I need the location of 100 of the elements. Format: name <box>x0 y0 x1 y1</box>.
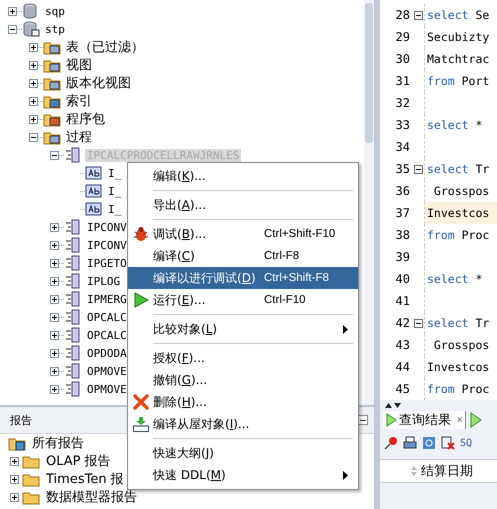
menu-item[interactable]: 编译以进行调试(D) Ctrl+Shift-F8 <box>128 267 358 289</box>
menu-item[interactable]: 授权(F)... <box>128 347 358 369</box>
tree-item[interactable]: OPMOVE <box>85 364 129 378</box>
tree-item[interactable]: IPCONV <box>85 220 129 234</box>
tree-item[interactable]: I_ <box>106 166 124 180</box>
line-number: 40 <box>394 272 411 286</box>
tree-item[interactable]: 数据模型器报告 <box>46 488 137 506</box>
tree-item[interactable]: stp <box>43 22 67 36</box>
split-arrows-icon[interactable] <box>384 402 404 409</box>
line-number: 45 <box>394 382 411 396</box>
line-number: 41 <box>394 294 411 308</box>
line-number: 42 <box>394 316 411 330</box>
menu-item[interactable]: 删除(H)... <box>128 391 358 413</box>
tree-item[interactable]: IPCONV <box>85 238 129 252</box>
expand-toggle-icon[interactable] <box>50 294 59 304</box>
menu-item[interactable]: 调试(B)... Ctrl+Shift-F10 <box>128 223 358 245</box>
expand-toggle-icon[interactable] <box>50 150 59 160</box>
code-line: Secubizty <box>426 29 490 46</box>
expand-toggle-icon[interactable] <box>50 348 59 358</box>
tree-item[interactable]: IPLOG <box>85 274 122 288</box>
line-number: 39 <box>394 250 411 264</box>
menu-item[interactable]: 运行(E)... Ctrl-F10 <box>128 289 358 311</box>
tree-item[interactable]: OPCALC <box>85 310 129 324</box>
expand-toggle-icon[interactable] <box>50 240 59 250</box>
sort-icon <box>410 465 418 477</box>
tree-item[interactable]: OLAP 报告 <box>46 452 111 470</box>
tree-item[interactable]: OPMOVE <box>85 382 129 396</box>
expand-toggle-icon[interactable] <box>50 312 59 322</box>
expand-toggle-icon[interactable] <box>50 384 59 394</box>
code-line: select * <box>426 117 484 134</box>
refresh-icon[interactable] <box>422 436 436 450</box>
code-line: from Port <box>426 73 490 90</box>
menu-item[interactable]: 比较对象(L) <box>128 318 358 340</box>
line-number: 31 <box>394 74 411 88</box>
menu-item[interactable]: 编译从屋对象(I)... <box>128 413 358 435</box>
code-line: select * <box>426 271 484 288</box>
line-number: 30 <box>394 52 411 66</box>
scrollbar[interactable] <box>364 0 374 405</box>
print-icon[interactable] <box>403 436 417 450</box>
expand-toggle-icon[interactable] <box>8 6 17 16</box>
tree-item[interactable]: TimesTen 报 <box>46 470 124 488</box>
tree-item[interactable]: 表（已过滤） <box>64 38 146 56</box>
clear-icon[interactable] <box>441 436 455 450</box>
tree-item[interactable]: 索引 <box>64 92 94 110</box>
code-line: select Se <box>426 7 490 24</box>
menu-item[interactable]: 编译(C) Ctrl-F8 <box>128 245 358 267</box>
tree-item[interactable]: I_ <box>106 184 124 198</box>
tree-item[interactable]: OPDODA <box>85 346 129 360</box>
code-line: from Proc <box>426 227 490 244</box>
expand-toggle-icon[interactable] <box>29 42 38 52</box>
code-line: Matchtrac <box>426 51 490 68</box>
expand-toggle-icon[interactable] <box>29 78 38 88</box>
tree-item[interactable]: sqp <box>43 4 67 18</box>
tree-item[interactable]: 版本化视图 <box>64 74 133 92</box>
minimize-icon[interactable] <box>358 415 368 425</box>
expand-toggle-icon[interactable] <box>50 222 59 232</box>
run-icon[interactable] <box>470 412 482 428</box>
menu-item[interactable]: 快速大纲(J) <box>128 442 358 464</box>
line-number: 28 <box>394 8 411 22</box>
menu-item[interactable]: 快速 DDL(M) <box>128 464 358 486</box>
line-number: 34 <box>394 140 411 154</box>
tree-item[interactable]: 视图 <box>64 56 94 74</box>
expand-toggle-icon[interactable] <box>10 474 19 484</box>
tree-item[interactable]: 所有报告 <box>32 434 84 452</box>
menu-item[interactable]: 编辑(K)... <box>128 165 358 187</box>
line-number: 38 <box>394 228 411 242</box>
fold-icon[interactable] <box>414 164 422 174</box>
expand-toggle-icon[interactable] <box>50 258 59 268</box>
expand-toggle-icon[interactable] <box>29 60 38 70</box>
expand-toggle-icon[interactable] <box>50 330 59 340</box>
expand-toggle-icon[interactable] <box>10 492 19 502</box>
expand-toggle-icon[interactable] <box>8 24 17 34</box>
sql-label[interactable]: SQ <box>460 438 472 448</box>
code-line: Grosspos <box>432 337 490 354</box>
tree-item[interactable]: I_ <box>106 202 124 216</box>
tree-item[interactable]: IPGETO <box>85 256 129 270</box>
tree-item[interactable]: 程序包 <box>64 110 107 128</box>
line-number: 44 <box>394 360 411 374</box>
expand-toggle-icon[interactable] <box>29 96 38 106</box>
fold-icon[interactable] <box>414 10 422 20</box>
column-header[interactable]: 结算日期 <box>380 459 497 483</box>
line-number: 32 <box>394 96 411 110</box>
menu-item[interactable]: 导出(A)... <box>128 194 358 216</box>
tree-item[interactable]: OPCALC <box>85 328 129 342</box>
tree-item[interactable]: IPMERG <box>85 292 129 306</box>
line-number: 37 <box>394 206 411 220</box>
code-line: Grosspos <box>432 183 490 200</box>
code-line: Investcos <box>426 359 490 376</box>
results-tab[interactable]: 查询结果 x <box>383 411 466 429</box>
line-number: 29 <box>394 30 411 44</box>
expand-toggle-icon[interactable] <box>29 132 38 142</box>
code-line: select Tr <box>426 315 490 332</box>
tree-item[interactable]: 过程 <box>64 128 94 146</box>
expand-toggle-icon[interactable] <box>50 366 59 376</box>
menu-item[interactable]: 撤销(G)... <box>128 369 358 391</box>
expand-toggle-icon[interactable] <box>10 456 19 466</box>
pin-icon[interactable] <box>384 436 398 450</box>
fold-icon[interactable] <box>414 318 422 328</box>
expand-toggle-icon[interactable] <box>50 276 59 286</box>
expand-toggle-icon[interactable] <box>29 114 38 124</box>
